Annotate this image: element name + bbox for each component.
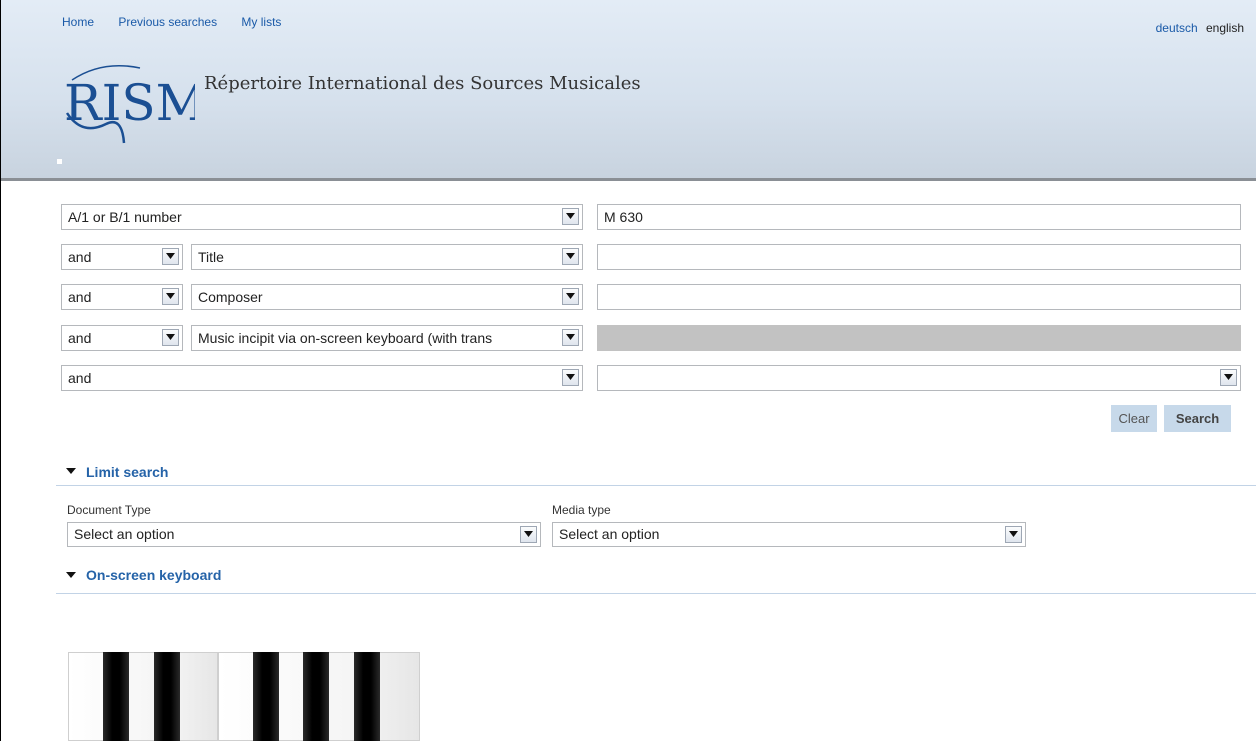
media-type-value: Select an option	[559, 526, 660, 542]
field-select-value: Title	[198, 249, 224, 265]
piano-black-key[interactable]	[354, 652, 380, 741]
triangle-down-icon	[66, 468, 76, 474]
piano-black-key[interactable]	[103, 652, 129, 741]
chevron-down-icon	[1220, 369, 1237, 386]
top-navigation: Home Previous searches My lists	[62, 15, 302, 29]
field-select-value: A/1 or B/1 number	[68, 209, 182, 225]
piano-black-key[interactable]	[253, 652, 279, 741]
field-select-value: Music incipit via on-screen keyboard (wi…	[198, 330, 493, 346]
document-type-value: Select an option	[74, 526, 175, 542]
site-header: Home Previous searches My lists deutsch …	[1, 0, 1256, 181]
chevron-down-icon	[1005, 526, 1022, 543]
operator-select-value: and	[68, 289, 92, 305]
field-select-row-3[interactable]: Composer	[191, 284, 583, 310]
media-type-label: Media type	[552, 503, 611, 517]
chevron-down-icon	[562, 208, 579, 225]
search-term-input-row-1[interactable]: M 630	[597, 204, 1241, 230]
chevron-down-icon	[562, 248, 579, 265]
logo-text: RISM	[64, 74, 195, 132]
media-type-select[interactable]: Select an option	[552, 522, 1026, 547]
search-term-input-row-2[interactable]	[597, 244, 1241, 270]
document-type-select[interactable]: Select an option	[67, 522, 541, 547]
chevron-down-icon	[162, 288, 179, 305]
field-select-row-5[interactable]	[597, 365, 1241, 391]
chevron-down-icon	[162, 248, 179, 265]
rism-logo: RISM	[64, 65, 195, 144]
lang-english-current: english	[1205, 21, 1244, 35]
field-select-row-4[interactable]: Music incipit via on-screen keyboard (wi…	[191, 325, 583, 351]
nav-previous-searches-link[interactable]: Previous searches	[118, 15, 217, 29]
operator-select-value: and	[68, 330, 92, 346]
chevron-down-icon	[162, 329, 179, 346]
piano-black-key[interactable]	[303, 652, 329, 741]
operator-select-row-3[interactable]: and	[61, 284, 183, 310]
triangle-down-icon	[66, 572, 76, 578]
clear-button[interactable]: Clear	[1111, 405, 1157, 432]
chevron-down-icon	[562, 329, 579, 346]
header-marker	[57, 159, 62, 164]
piano-black-key[interactable]	[154, 652, 180, 741]
document-type-label: Document Type	[67, 503, 151, 517]
site-title: Répertoire International des Sources Mus…	[204, 73, 641, 94]
piano-keyboard	[68, 652, 420, 741]
limit-search-toggle[interactable]: Limit search	[56, 462, 1256, 486]
chevron-down-icon	[562, 369, 579, 386]
piano-white-key[interactable]	[68, 652, 218, 741]
operator-select-row-4[interactable]: and	[61, 325, 183, 351]
operator-select-value: and	[68, 370, 92, 386]
limit-search-heading: Limit search	[86, 464, 169, 480]
operator-select-row-5[interactable]: and	[61, 365, 583, 391]
chevron-down-icon	[520, 526, 537, 543]
nav-home-link[interactable]: Home	[62, 15, 94, 29]
lang-deutsch-link[interactable]: deutsch	[1156, 21, 1198, 35]
on-screen-keyboard-toggle[interactable]: On-screen keyboard	[56, 564, 1256, 594]
nav-my-lists-link[interactable]: My lists	[241, 15, 281, 29]
chevron-down-icon	[562, 288, 579, 305]
on-screen-keyboard-heading: On-screen keyboard	[86, 567, 222, 583]
field-select-row-1[interactable]: A/1 or B/1 number	[61, 204, 583, 230]
field-select-row-2[interactable]: Title	[191, 244, 583, 270]
field-select-value: Composer	[198, 289, 263, 305]
search-term-input-row-3[interactable]	[597, 284, 1241, 310]
operator-select-value: and	[68, 249, 92, 265]
language-switcher: deutsch english	[1156, 21, 1244, 35]
incipit-input-disabled	[597, 325, 1241, 351]
operator-select-row-2[interactable]: and	[61, 244, 183, 270]
search-button[interactable]: Search	[1164, 405, 1231, 432]
